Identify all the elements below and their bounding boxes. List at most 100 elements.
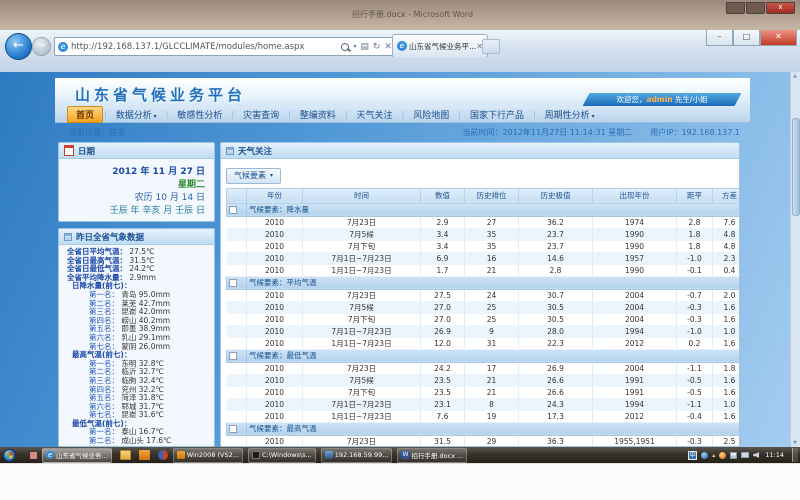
scroll-down-icon[interactable]: ▼ — [791, 439, 799, 447]
taskbar-task-label: 山东省气候业务... — [56, 450, 108, 460]
group-header-row: 气候要素：最低气温 — [227, 349, 741, 362]
action-center-flag-icon[interactable] — [730, 452, 737, 459]
table-row[interactable]: 20107月1日~7月23日26.9928.01994-1.01.0 — [227, 325, 741, 337]
clock[interactable]: 11:14 — [765, 451, 784, 459]
table-row[interactable]: 20107月5候23.52126.61991-0.51.6 — [227, 374, 741, 386]
nav-item-5[interactable]: 天气关注 — [349, 107, 401, 122]
table-row[interactable]: 20107月1日~7月23日6.91614.61957-1.02.3 — [227, 252, 741, 264]
url-text[interactable]: http://192.168.137.1/GLCCLIMATE/modules/… — [71, 42, 304, 52]
calendar-panel: 日期 2012 年 11 月 27 日 星期二 农历 10 月 14 日 壬辰 … — [58, 142, 215, 222]
volume-icon[interactable] — [753, 452, 759, 458]
new-tab-button[interactable] — [482, 39, 500, 54]
table-row[interactable]: 20101月1日~7月23日7.61917.32012-0.41.6 — [227, 410, 741, 422]
taskbar-task-0[interactable]: Win2008 (VS2... — [173, 448, 243, 463]
compatibility-view-icon[interactable]: ▤ — [360, 42, 369, 52]
table-row[interactable]: 20107月下旬3.43523.719901.84.8 — [227, 240, 741, 252]
table-cell: 1994 — [593, 398, 677, 410]
table-row[interactable]: 20107月下旬23.52126.61991-0.51.6 — [227, 386, 741, 398]
messenger-tray-icon[interactable] — [701, 452, 708, 459]
table-cell: -1.1 — [677, 362, 713, 374]
group-header-row: 气候要素：平均气温 — [227, 276, 741, 289]
nav-item-6[interactable]: 风险地图 — [405, 107, 457, 122]
pinned-app-icon[interactable] — [139, 450, 150, 460]
table-row[interactable]: 20101月1日~7月23日1.7212.81990-0.10.4 — [227, 264, 741, 276]
header-cell: 方差 — [713, 188, 741, 203]
scroll-up-icon[interactable]: ▲ — [791, 72, 799, 80]
table-cell: 4.8 — [713, 228, 741, 240]
group-checkbox[interactable] — [229, 279, 237, 287]
nav-item-0[interactable]: 首页 — [67, 106, 103, 123]
nav-item-7[interactable]: 国家下行产品 — [462, 107, 532, 122]
table-row[interactable]: 20107月1日~7月23日23.1824.31994-1.11.0 — [227, 398, 741, 410]
tray-expand-icon[interactable]: ▴ — [712, 452, 715, 459]
table-cell: 30.5 — [519, 301, 593, 313]
nav-item-8[interactable]: 周期性分析 ▾ — [537, 107, 603, 122]
show-desktop-button[interactable] — [792, 448, 798, 462]
start-button[interactable] — [3, 449, 16, 462]
table-cell: 21 — [465, 374, 519, 386]
table-cell: 30.5 — [519, 313, 593, 325]
pinned-browser-icon[interactable] — [158, 450, 168, 460]
table-cell: 1990 — [593, 240, 677, 252]
back-button[interactable]: ← — [5, 33, 32, 60]
table-row[interactable]: 20101月1日~7月23日12.03122.320120.21.6 — [227, 337, 741, 349]
nav-item-1[interactable]: 数据分析 ▾ — [108, 107, 165, 122]
network-icon[interactable] — [741, 452, 749, 458]
welcome-username: admin — [646, 95, 672, 104]
table-row[interactable]: 20107月23日27.52430.72004-0.72.0 — [227, 289, 741, 301]
table-cell: -1.1 — [677, 398, 713, 410]
table-cell: 2010 — [247, 435, 303, 447]
nav-item-2[interactable]: 敏感性分析 — [169, 107, 230, 122]
table-cell: 23.7 — [519, 228, 593, 240]
autocomplete-dropdown-icon[interactable]: ▾ — [353, 43, 356, 50]
address-bar[interactable]: http://192.168.137.1/GLCCLIMATE/modules/… — [54, 37, 396, 56]
ime-language-badge[interactable]: 中 — [688, 451, 697, 460]
table-cell: 2010 — [247, 313, 303, 325]
word-minimize-button[interactable] — [726, 2, 745, 14]
table-row[interactable]: 20107月23日2.92736.219742.87.6 — [227, 216, 741, 228]
nav-bar: 首页|数据分析 ▾|敏感性分析|灾害查询|整编资料|天气关注|风险地图|国家下行… — [55, 106, 750, 123]
group-title: 气候要素：平均气温 — [247, 276, 741, 289]
taskbar-task-2[interactable]: 192.168.59.99... — [321, 448, 393, 463]
taskbar-task-3[interactable]: 招行手册.docx ... — [397, 448, 467, 463]
table-row[interactable]: 20107月下旬27.02530.52004-0.31.6 — [227, 313, 741, 325]
fox-tray-icon[interactable] — [719, 452, 726, 459]
table-row[interactable]: 20107月23日24.21726.92004-1.11.8 — [227, 362, 741, 374]
table-cell: 26.9 — [421, 325, 465, 337]
table-cell: 21 — [465, 264, 519, 276]
stop-icon[interactable]: ✕ — [384, 42, 392, 52]
close-button[interactable]: ✕ — [760, 30, 797, 46]
word-maximize-button[interactable] — [746, 2, 765, 14]
row-indent-cell — [227, 410, 247, 422]
forward-button[interactable]: → — [32, 37, 51, 56]
table-row[interactable]: 20107月5候3.43523.719901.84.8 — [227, 228, 741, 240]
scrollbar-thumb[interactable] — [792, 118, 800, 216]
climate-element-filter-button[interactable]: 气候要素 ▾ — [226, 168, 281, 184]
row-indent-cell — [227, 325, 247, 337]
group-checkbox[interactable] — [229, 352, 237, 360]
nav-item-3[interactable]: 灾害查询 — [235, 107, 287, 122]
table-row[interactable]: 20107月23日31.52936.31955,1951-0.32.5 — [227, 435, 741, 447]
table-cell: 7月5候 — [303, 301, 421, 313]
table-cell: 29 — [465, 435, 519, 447]
group-checkbox[interactable] — [229, 206, 237, 214]
maximize-button[interactable]: □ — [733, 30, 760, 46]
word-close-button[interactable]: x — [766, 2, 795, 14]
table-cell: 26.6 — [519, 386, 593, 398]
table-cell: 7月23日 — [303, 289, 421, 301]
minimize-button[interactable]: – — [706, 30, 733, 46]
row-indent-cell — [227, 216, 247, 228]
taskbar-task-ie[interactable]: 山东省气候业务... — [42, 448, 112, 463]
nav-item-4[interactable]: 整编资料 — [292, 107, 344, 122]
refresh-icon[interactable]: ↻ — [373, 42, 381, 52]
table-cell: 12.0 — [421, 337, 465, 349]
table-cell: -0.5 — [677, 374, 713, 386]
search-icon[interactable] — [341, 43, 349, 51]
browser-tab[interactable]: 山东省气候业务平... ✕ — [392, 34, 488, 57]
table-row[interactable]: 20107月5候27.02530.52004-0.31.6 — [227, 301, 741, 313]
vertical-scrollbar[interactable]: ▲ ▼ — [790, 72, 800, 447]
group-checkbox[interactable] — [229, 425, 237, 433]
explorer-folder-icon[interactable] — [120, 450, 131, 460]
taskbar-task-1[interactable]: C:\Windows\s... — [248, 448, 316, 463]
tray-app-icon[interactable] — [30, 452, 37, 459]
